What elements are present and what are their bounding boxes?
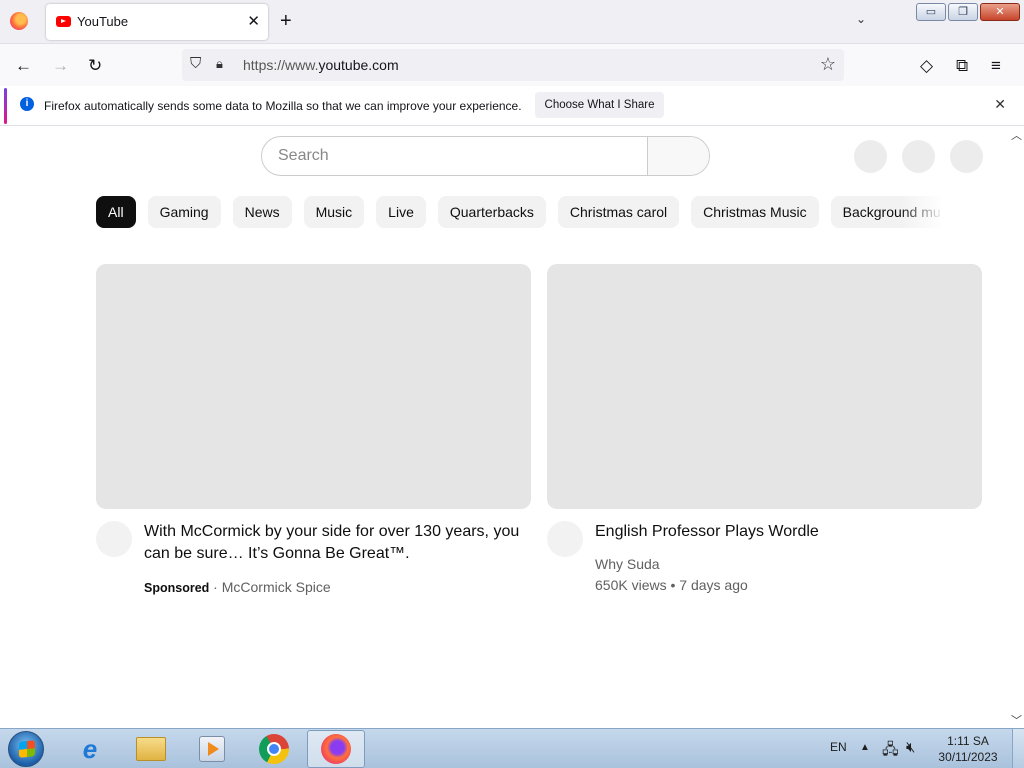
scroll-up-arrow-icon[interactable]: ︿ [1011,127,1022,143]
firefox-view-icon[interactable] [10,12,28,30]
pocket-icon[interactable]: ◇ [920,56,933,76]
choose-what-i-share-button[interactable]: Choose What I Share [535,92,664,118]
reload-icon[interactable]: ↻ [88,56,102,76]
window-controls: ▭ ❐ ✕ [916,3,1020,21]
meta-separator: · [209,579,222,595]
video-title[interactable]: English Professor Plays Wordle [595,521,975,543]
account-avatar-placeholder[interactable] [950,140,983,173]
video-thumbnail[interactable] [96,264,531,509]
tab-youtube[interactable]: YouTube ✕ [46,4,268,40]
clock-date: 30/11/2023 [938,750,998,764]
tab-strip: YouTube ✕ + ⌄ ▭ ❐ ✕ [0,0,1024,44]
youtube-favicon-icon [56,16,71,27]
close-window-button[interactable]: ✕ [980,3,1020,21]
video-thumbnail[interactable] [547,264,982,509]
extensions-icon[interactable]: ⧉ [956,56,968,76]
back-icon[interactable]: ← [15,56,32,76]
video-title[interactable]: With McCormick by your side for over 130… [144,521,524,565]
scroll-down-arrow-icon[interactable]: ﹀ [1011,712,1022,728]
search-button[interactable] [647,137,709,175]
create-button-placeholder[interactable] [854,140,887,173]
taskbar-chrome[interactable] [245,730,303,768]
channel-name[interactable]: McCormick Spice [222,579,331,595]
video-stats: 650K views • 7 days ago [595,577,748,593]
app-menu-icon[interactable]: ≡ [991,56,1001,76]
firefox-icon [321,734,351,764]
filter-chip[interactable]: Gaming [147,196,221,228]
list-all-tabs-icon[interactable]: ⌄ [856,12,866,26]
video-card[interactable]: English Professor Plays Wordle Why Suda … [547,264,982,593]
sponsored-label: Sponsored [144,581,210,595]
filter-chip[interactable]: Music [303,196,365,228]
video-card-sponsored[interactable]: With McCormick by your side for over 130… [96,264,531,595]
network-icon[interactable]: 🖧 [882,739,899,768]
taskbar-internet-explorer[interactable]: e [61,730,119,768]
show-hidden-icons-icon[interactable]: ▲ [860,742,870,768]
channel-avatar[interactable] [547,521,583,557]
tracking-protection-shield-icon[interactable]: ⛉ [190,55,201,72]
system-clock[interactable]: 1:11 SA 30/11/2023 [935,733,1001,765]
filter-chip[interactable]: Live [376,196,426,228]
url-text[interactable]: https://www.youtube.com [243,57,399,73]
bookmark-star-icon[interactable]: ☆ [820,54,836,75]
filter-chip[interactable]: News [232,196,292,228]
forward-icon[interactable]: → [52,56,69,76]
filter-chip[interactable]: Christmas Music [691,196,819,228]
navigation-toolbar: ← → ↻ ⛉ 🔒︎ https://www.youtube.com ☆ ◇ ⧉… [0,44,1024,86]
show-desktop-button[interactable] [1012,729,1024,768]
video-meta: Sponsored · McCormick Spice [144,579,331,595]
clock-time: 1:11 SA [947,734,989,748]
notifications-button-placeholder[interactable] [902,140,935,173]
notification-accent-stripe [4,88,7,124]
notification-close-icon[interactable]: ✕ [994,96,1006,113]
folder-icon [136,737,166,761]
url-domain: youtube.com [318,57,399,73]
tab-title: YouTube [77,14,129,29]
filter-chip[interactable]: All [96,196,136,228]
new-tab-button[interactable]: + [280,10,292,33]
taskbar-firefox[interactable] [307,730,365,768]
address-bar[interactable]: ⛉ 🔒︎ https://www.youtube.com ☆ [182,49,844,81]
windows-taskbar: e EN ▲ 🖧 🔇︎ 1:11 SA 30/11/2023 [0,728,1024,768]
url-prefix: https://www. [243,57,319,73]
notification-text: Firefox automatically sends some data to… [44,99,522,113]
input-language-indicator[interactable]: EN [830,740,847,768]
restore-button[interactable]: ❐ [948,3,978,21]
data-reporting-notification: i Firefox automatically sends some data … [0,86,1024,126]
start-button[interactable] [8,731,44,767]
taskbar-windows-explorer[interactable] [122,730,180,768]
volume-muted-icon[interactable]: 🔇︎ [906,739,915,768]
tab-close-icon[interactable]: ✕ [247,12,260,30]
filter-chips-bar: All Gaming News Music Live Quarterbacks Christ… [96,196,940,228]
chrome-icon [259,734,289,764]
channel-name[interactable]: Why Suda [595,556,660,572]
minimize-button[interactable]: ▭ [916,3,946,21]
windows-logo-icon [19,740,35,758]
chips-fade-overlay [900,196,944,228]
internet-explorer-icon: e [82,734,98,764]
media-player-icon [199,736,225,762]
taskbar-media-player[interactable] [183,730,241,768]
search-input[interactable] [262,137,647,175]
youtube-page: ︿ ﹀ All Gaming News Music Live Quarterbacks Ch… [0,127,1024,728]
search-box [261,136,710,176]
info-icon: i [20,97,34,111]
filter-chip[interactable]: Quarterbacks [437,196,546,228]
filter-chip[interactable]: Christmas carol [557,196,680,228]
lock-icon[interactable]: 🔒︎ [216,56,223,72]
channel-avatar[interactable] [96,521,132,557]
